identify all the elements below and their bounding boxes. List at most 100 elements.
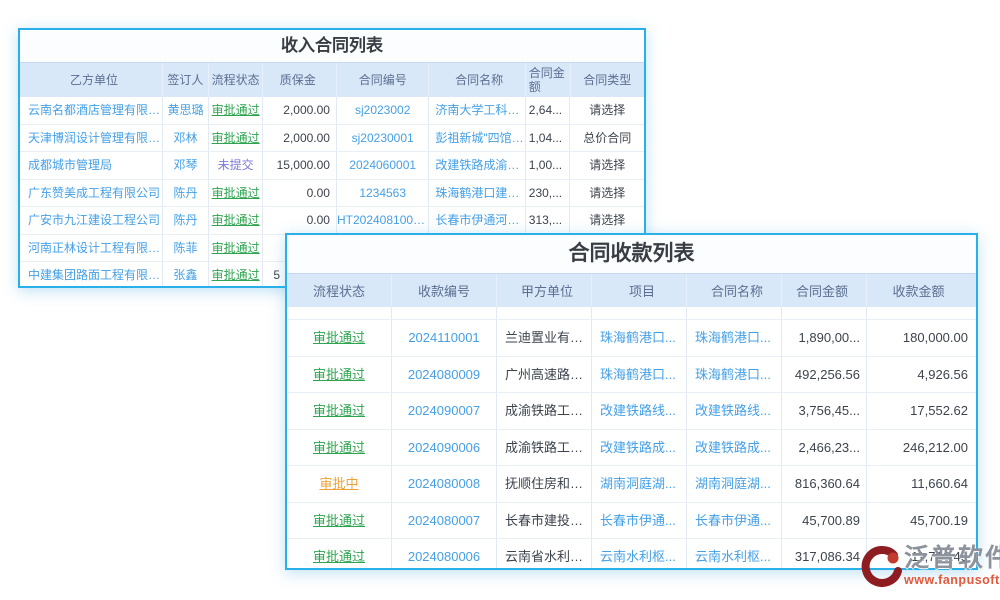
contract-type-select[interactable]: 请选择 bbox=[570, 207, 644, 234]
contract-type-select[interactable]: 总价合同 bbox=[570, 125, 644, 152]
contract-name-link[interactable]: 湖南洞庭湖... bbox=[687, 466, 782, 502]
receipt-list-window: 合同收款列表 流程状态收款编号甲方单位项目合同名称合同金额收款金额 审批通过20… bbox=[285, 233, 978, 570]
income-table-col-header: 乙方单位 bbox=[20, 63, 163, 97]
signer-link[interactable]: 张鑫 bbox=[163, 262, 209, 288]
workflow-status[interactable]: 审批通过 bbox=[209, 262, 264, 288]
project-link[interactable]: 珠海鹤港口... bbox=[592, 320, 687, 356]
receipt-amount: 17,552.62 bbox=[867, 393, 976, 429]
signer-link[interactable]: 邓林 bbox=[163, 125, 209, 152]
income-table-col-header: 流程状态 bbox=[209, 63, 264, 97]
workflow-status[interactable]: 审批通过 bbox=[287, 393, 392, 429]
table-row: 审批通过2024090006成渝铁路工程局改建铁路成...改建铁路成...2,4… bbox=[287, 430, 976, 467]
party-b-link[interactable]: 成都城市管理局 bbox=[20, 152, 163, 179]
receipt-no-link[interactable]: 2024080007 bbox=[392, 503, 497, 539]
fanpu-watermark: 泛普软件 www.fanpusoft.com bbox=[858, 543, 1000, 591]
contract-name-link[interactable]: 珠海鹤港口... bbox=[687, 320, 782, 356]
project-link[interactable]: 改建铁路线... bbox=[592, 393, 687, 429]
workflow-status[interactable]: 审批通过 bbox=[209, 180, 264, 207]
receipt-table: 流程状态收款编号甲方单位项目合同名称合同金额收款金额 审批通过202411000… bbox=[287, 273, 976, 570]
party-b-link[interactable]: 云南名都酒店管理有限公司 bbox=[20, 97, 163, 124]
table-row: 成都城市管理局邓琴未提交15,000.002024060001改建铁路成渝线..… bbox=[20, 152, 644, 180]
signer-link[interactable]: 陈菲 bbox=[163, 235, 209, 262]
receipt-no-link[interactable]: 2024110001 bbox=[392, 320, 497, 356]
contract-type-select[interactable]: 请选择 bbox=[570, 180, 644, 207]
receipt-no-link[interactable]: 2024080006 bbox=[392, 539, 497, 570]
workflow-status[interactable]: 审批通过 bbox=[209, 235, 264, 262]
party-a-name: 成渝铁路工程局 bbox=[497, 430, 592, 466]
contract-no-link[interactable]: 1234563 bbox=[337, 180, 429, 207]
spacer-cell bbox=[687, 307, 782, 319]
signer-link[interactable]: 陈丹 bbox=[163, 207, 209, 234]
workflow-status[interactable]: 审批通过 bbox=[209, 97, 264, 124]
contract-amount: 45,700.89 bbox=[782, 503, 867, 539]
receipt-no-link[interactable]: 2024090006 bbox=[392, 430, 497, 466]
receipt-no-link[interactable]: 2024090007 bbox=[392, 393, 497, 429]
contract-name-link[interactable]: 改建铁路成渝线... bbox=[429, 152, 525, 179]
income-table-col-header: 合同金额 bbox=[526, 63, 571, 97]
contract-name-link[interactable]: 济南大学工科综... bbox=[429, 97, 525, 124]
contract-amount: 1,00... bbox=[526, 152, 571, 179]
project-link[interactable]: 改建铁路成... bbox=[592, 430, 687, 466]
contract-no-link[interactable]: sj20230001 bbox=[337, 125, 429, 152]
contract-amount: 317,086.34 bbox=[782, 539, 867, 570]
workflow-status[interactable]: 审批通过 bbox=[287, 503, 392, 539]
party-b-link[interactable]: 中建集团路面工程有限公司 bbox=[20, 262, 163, 288]
income-table-header: 乙方单位签订人流程状态质保金合同编号合同名称合同金额合同类型 bbox=[20, 62, 644, 97]
signer-link[interactable]: 陈丹 bbox=[163, 180, 209, 207]
table-row: 审批中2024080008抚顺住房和城...湖南洞庭湖...湖南洞庭湖...81… bbox=[287, 466, 976, 503]
project-link[interactable]: 云南水利枢... bbox=[592, 539, 687, 570]
income-window-title: 收入合同列表 bbox=[20, 30, 644, 62]
contract-name-link[interactable]: 彭祖新城"四馆"... bbox=[429, 125, 525, 152]
party-b-link[interactable]: 广东赞美成工程有限公司 bbox=[20, 180, 163, 207]
contract-name-link[interactable]: 珠海鹤港口建设... bbox=[429, 180, 525, 207]
table-row: 审批通过2024110001兰迪置业有限...珠海鹤港口...珠海鹤港口...1… bbox=[287, 320, 976, 357]
receipt-no-link[interactable]: 2024080009 bbox=[392, 357, 497, 393]
contract-name-link[interactable]: 云南水利枢... bbox=[687, 539, 782, 570]
party-b-link[interactable]: 河南正林设计工程有限公司 bbox=[20, 235, 163, 262]
workflow-status[interactable]: 未提交 bbox=[209, 152, 264, 179]
signer-link[interactable]: 邓琴 bbox=[163, 152, 209, 179]
contract-amount: 492,256.56 bbox=[782, 357, 867, 393]
contract-no-link[interactable]: sj2023002 bbox=[337, 97, 429, 124]
receipt-table-col-header: 收款金额 bbox=[867, 274, 976, 307]
contract-name-link[interactable]: 改建铁路成... bbox=[687, 430, 782, 466]
empty-spacer-row bbox=[287, 307, 976, 320]
project-link[interactable]: 珠海鹤港口... bbox=[592, 357, 687, 393]
contract-type-select[interactable]: 请选择 bbox=[570, 152, 644, 179]
contract-amount: 2,64... bbox=[526, 97, 571, 124]
workflow-status[interactable]: 审批通过 bbox=[209, 207, 264, 234]
receipt-table-body: 审批通过2024110001兰迪置业有限...珠海鹤港口...珠海鹤港口...1… bbox=[287, 320, 976, 570]
deposit-amount: 0.00 bbox=[263, 207, 337, 234]
contract-name-link[interactable]: 长春市伊通... bbox=[687, 503, 782, 539]
party-b-link[interactable]: 天津博润设计管理有限公司 bbox=[20, 125, 163, 152]
deposit-amount: 2,000.00 bbox=[263, 125, 337, 152]
workflow-status[interactable]: 审批通过 bbox=[287, 357, 392, 393]
contract-name-link[interactable]: 改建铁路线... bbox=[687, 393, 782, 429]
contract-name-link[interactable]: 珠海鹤港口... bbox=[687, 357, 782, 393]
contract-amount: 3,756,45... bbox=[782, 393, 867, 429]
receipt-no-link[interactable]: 2024080008 bbox=[392, 466, 497, 502]
spacer-cell bbox=[392, 307, 497, 319]
workflow-status[interactable]: 审批通过 bbox=[287, 539, 392, 570]
workflow-status[interactable]: 审批中 bbox=[287, 466, 392, 502]
table-row: 审批通过2024080007长春市建投第...长春市伊通...长春市伊通...4… bbox=[287, 503, 976, 540]
signer-link[interactable]: 黄思璐 bbox=[163, 97, 209, 124]
income-table-col-header: 签订人 bbox=[163, 63, 209, 97]
project-link[interactable]: 长春市伊通... bbox=[592, 503, 687, 539]
workflow-status[interactable]: 审批通过 bbox=[209, 125, 264, 152]
receipt-table-col-header: 甲方单位 bbox=[497, 274, 592, 307]
workflow-status[interactable]: 审批通过 bbox=[287, 430, 392, 466]
contract-amount: 313,... bbox=[526, 207, 571, 234]
contract-type-select[interactable]: 请选择 bbox=[570, 97, 644, 124]
table-row: 天津博润设计管理有限公司邓林审批通过2,000.00sj20230001彭祖新城… bbox=[20, 125, 644, 153]
contract-no-link[interactable]: 2024060001 bbox=[337, 152, 429, 179]
contract-name-link[interactable]: 长春市伊通河水... bbox=[429, 207, 525, 234]
table-row: 云南名都酒店管理有限公司黄思璐审批通过2,000.00sj2023002济南大学… bbox=[20, 97, 644, 125]
table-row: 审批通过2024080009广州高速路有...珠海鹤港口...珠海鹤港口...4… bbox=[287, 357, 976, 394]
receipt-amount: 246,212.00 bbox=[867, 430, 976, 466]
receipt-table-col-header: 合同金额 bbox=[782, 274, 867, 307]
workflow-status[interactable]: 审批通过 bbox=[287, 320, 392, 356]
project-link[interactable]: 湖南洞庭湖... bbox=[592, 466, 687, 502]
party-b-link[interactable]: 广安市九江建设工程公司 bbox=[20, 207, 163, 234]
contract-no-link[interactable]: HT2024081000... bbox=[337, 207, 429, 234]
